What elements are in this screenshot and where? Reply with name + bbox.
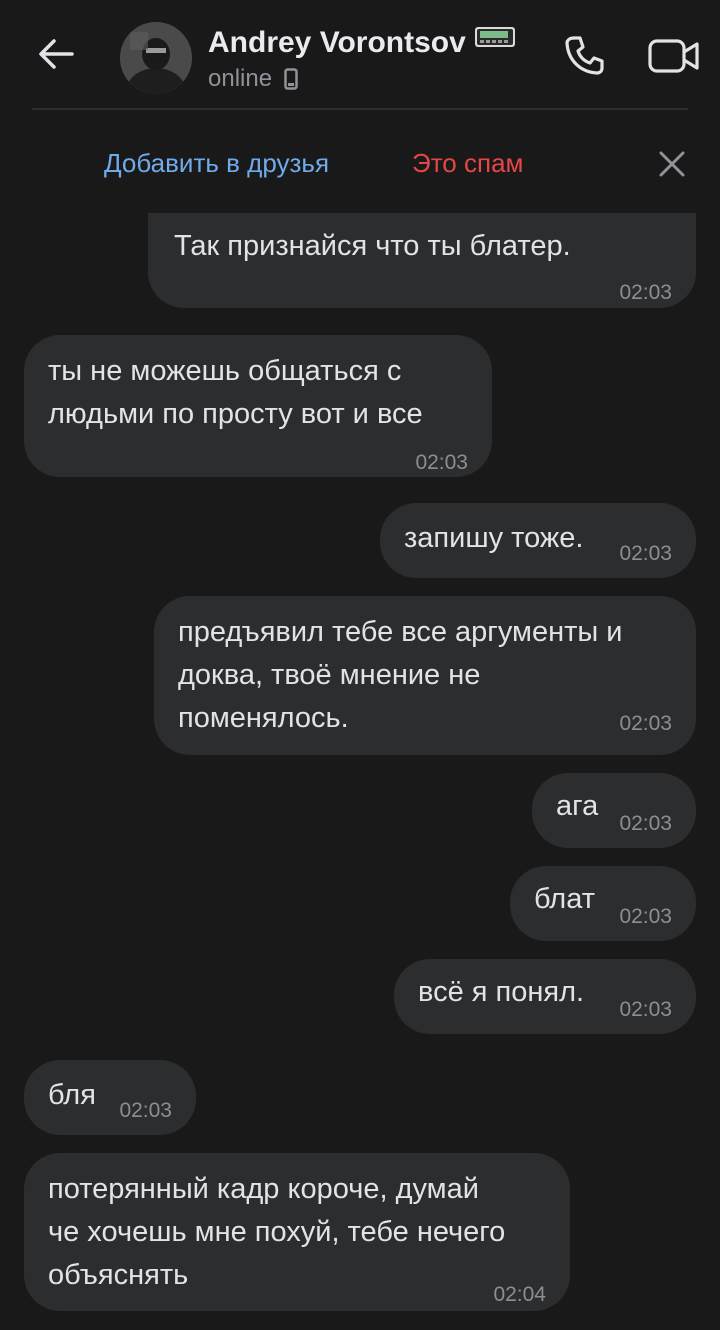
- message-bubble[interactable]: запишу тоже. 02:03: [380, 503, 696, 578]
- avatar[interactable]: [120, 22, 192, 94]
- message-bubble[interactable]: потерянный кадр короче, думай че хочешь …: [24, 1153, 570, 1311]
- message-time: 02:03: [619, 542, 672, 565]
- pager-icon: [475, 27, 516, 47]
- arrow-left-icon: [39, 39, 74, 69]
- message-time: 02:03: [619, 281, 672, 304]
- close-bar-button[interactable]: [652, 144, 692, 184]
- title-block[interactable]: Andrey Vorontsov online: [208, 26, 516, 94]
- report-spam-button[interactable]: Это спам: [412, 148, 523, 179]
- message-text: всё я понял.: [418, 976, 585, 1008]
- message-text: предъявил тебе все аргументы и доква, тв…: [178, 616, 623, 734]
- message-bubble[interactable]: всё я понял. 02:03: [394, 959, 696, 1034]
- call-button[interactable]: [556, 28, 612, 84]
- message-text: бля: [48, 1079, 96, 1111]
- avatar-image: [120, 22, 192, 94]
- message-text: ага: [556, 790, 599, 822]
- message-bubble[interactable]: Так признайся что ты блатер. 02:03: [148, 213, 696, 308]
- smartphone-icon: [284, 68, 298, 90]
- contact-name: Andrey Vorontsov: [208, 26, 466, 59]
- friend-request-bar: Добавить в друзья Это спам: [0, 130, 720, 200]
- message-text: ты не можешь общаться с людьми по просту…: [48, 355, 423, 430]
- header-divider: [32, 108, 688, 110]
- message-text: блат: [534, 883, 596, 915]
- video-call-button[interactable]: [644, 28, 704, 84]
- chat-screen: Andrey Vorontsov online Добавить в друзь…: [0, 0, 720, 1330]
- message-bubble[interactable]: ты не можешь общаться с людьми по просту…: [24, 335, 492, 477]
- message-time: 02:04: [493, 1283, 546, 1306]
- back-button[interactable]: [30, 28, 82, 80]
- message-bubble[interactable]: бля 02:03: [24, 1060, 196, 1135]
- video-camera-icon: [648, 39, 699, 73]
- message-time: 02:03: [619, 998, 672, 1021]
- message-time: 02:03: [119, 1099, 172, 1122]
- message-bubble[interactable]: блат 02:03: [510, 866, 696, 941]
- add-friend-button[interactable]: Добавить в друзья: [104, 148, 329, 179]
- message-text: запишу тоже.: [404, 522, 584, 554]
- message-time: 02:03: [619, 812, 672, 835]
- chat-header: Andrey Vorontsov online: [0, 0, 720, 110]
- message-time: 02:03: [619, 712, 672, 735]
- message-text: потерянный кадр короче, думай че хочешь …: [48, 1173, 506, 1291]
- message-text: Так признайся что ты блатер.: [174, 230, 571, 262]
- message-bubble[interactable]: ага 02:03: [532, 773, 696, 848]
- message-time: 02:03: [619, 905, 672, 928]
- close-icon: [659, 151, 685, 177]
- message-list[interactable]: Так признайся что ты блатер. 02:03 ты не…: [0, 213, 720, 1330]
- message-time: 02:03: [415, 451, 468, 474]
- message-bubble[interactable]: предъявил тебе все аргументы и доква, тв…: [154, 596, 696, 755]
- online-status: online: [208, 65, 273, 92]
- phone-icon: [565, 36, 604, 75]
